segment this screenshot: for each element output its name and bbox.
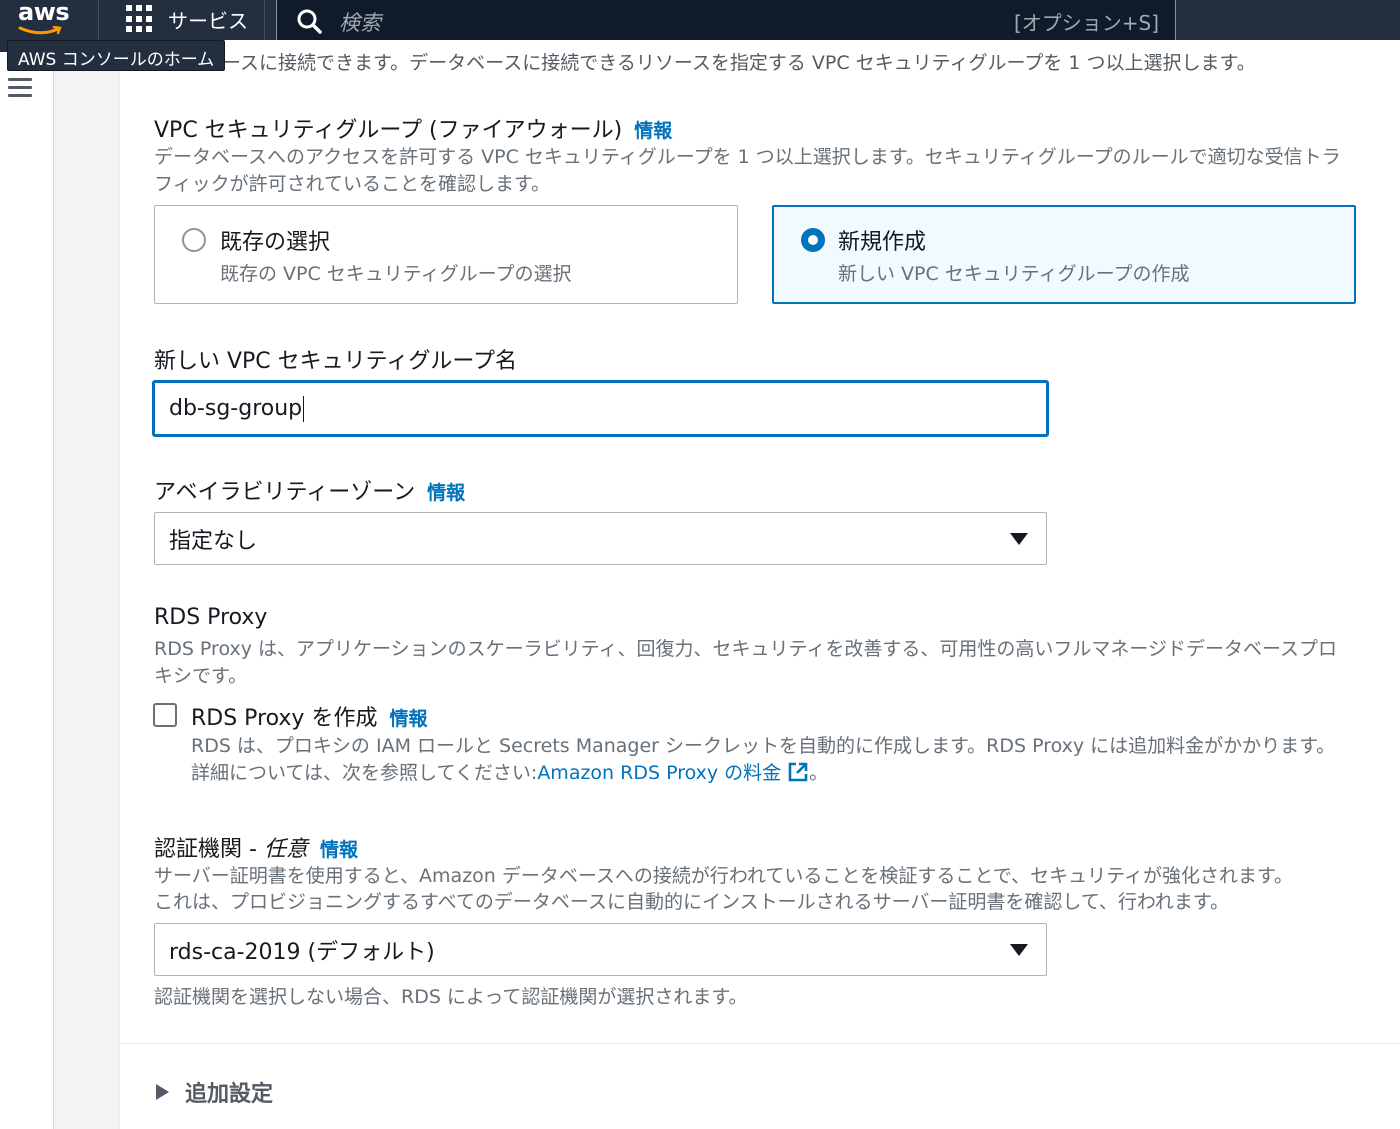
left-rail (0, 52, 54, 1129)
tile-create-new-subtitle: 新しい VPC セキュリティグループの作成 (838, 263, 1190, 285)
new-sg-name-input[interactable]: db-sg-group (153, 381, 1048, 436)
az-select[interactable]: 指定なし (154, 512, 1047, 565)
tile-existing-title: 既存の選択 (220, 230, 331, 255)
caret-right-icon (156, 1084, 169, 1100)
rds-proxy-heading: RDS Proxy (154, 605, 268, 630)
console-home-tooltip: AWS コンソールのホーム (7, 40, 226, 71)
search-icon (297, 9, 322, 34)
radio-existing[interactable] (182, 228, 206, 252)
ca-select[interactable]: rds-ca-2019 (デフォルト) (154, 923, 1047, 976)
vpc-sg-description: データベースへのアクセスを許可する VPC セキュリティグループを 1 つ以上選… (154, 146, 1341, 195)
create-rds-proxy-label[interactable]: RDS Proxy を作成 情報 (191, 700, 427, 732)
external-link-icon[interactable] (787, 761, 809, 783)
services-label: サービス (168, 8, 248, 33)
radio-tile-existing[interactable]: 既存の選択 既存の VPC セキュリティグループの選択 (154, 205, 738, 304)
tile-create-new-title: 新規作成 (838, 230, 927, 255)
nav-divider (264, 0, 265, 40)
rds-proxy-help-suffix: 。 (809, 762, 829, 784)
rds-proxy-help-prefix: 詳細については、次を参照してください: (191, 762, 538, 784)
create-rds-proxy-checkbox[interactable] (153, 703, 177, 727)
ca-description-line1: サーバー証明書を使用すると、Amazon データベースへの接続が行われていること… (154, 865, 1294, 887)
vpc-sg-label: VPC セキュリティグループ (ファイアウォール) 情報 (154, 112, 672, 144)
rds-proxy-description: RDS Proxy は、アプリケーションのスケーラビリティ、回復力、セキュリティ… (154, 638, 1338, 687)
additional-settings-label: 追加設定 (185, 1082, 274, 1107)
az-info-link[interactable]: 情報 (427, 482, 465, 504)
rds-proxy-help-line2: 詳細については、次を参照してください:Amazon RDS Proxy の料金 … (191, 760, 828, 787)
ca-label: 認証機関 - 任意 情報 (154, 831, 358, 863)
az-select-value: 指定なし (169, 528, 258, 554)
section-divider (120, 1043, 1400, 1044)
ca-label-text: 認証機関 - (154, 837, 264, 862)
new-sg-name-label: 新しい VPC セキュリティグループ名 (154, 349, 518, 374)
search-input[interactable]: 検索 [オプション+S] (276, 0, 1176, 42)
ca-select-value: rds-ca-2019 (デフォルト) (169, 939, 435, 965)
search-shortcut-hint: [オプション+S] (1013, 11, 1159, 35)
text-caret (303, 395, 305, 422)
tile-existing-subtitle: 既存の VPC セキュリティグループの選択 (220, 263, 572, 285)
radio-create-new[interactable] (801, 228, 825, 252)
rds-proxy-info-link[interactable]: 情報 (389, 708, 427, 730)
create-rds-proxy-label-text: RDS Proxy を作成 (191, 706, 378, 731)
rds-proxy-help-line1: RDS は、プロキシの IAM ロールと Secrets Manager シーク… (191, 735, 1336, 757)
services-menu-button[interactable]: サービス (126, 4, 248, 34)
aws-logo-text: aws (18, 0, 70, 26)
radio-tile-create-new[interactable]: 新規作成 新しい VPC セキュリティグループの作成 (772, 205, 1356, 304)
vpc-sg-info-link[interactable]: 情報 (634, 120, 672, 142)
ca-info-link[interactable]: 情報 (320, 839, 358, 861)
vpc-sg-label-text: VPC セキュリティグループ (ファイアウォール) (154, 118, 623, 143)
aws-smile-icon (18, 26, 62, 35)
new-sg-name-value: db-sg-group (169, 396, 303, 421)
hamburger-menu-icon[interactable] (8, 78, 32, 98)
ca-optional-text: 任意 (263, 837, 308, 862)
intro-text: ースに接続できます。データベースに接続できるリソースを指定する VPC セキュリ… (222, 52, 1256, 74)
search-placeholder: 検索 (339, 11, 381, 35)
rds-proxy-pricing-link[interactable]: Amazon RDS Proxy の料金 (537, 762, 781, 784)
az-label: アベイラビリティーゾーン 情報 (154, 474, 465, 506)
ca-hint: 認証機関を選択しない場合、RDS によって認証機関が選択されます。 (154, 986, 748, 1008)
grid-menu-icon (126, 5, 154, 33)
caret-down-icon (1010, 943, 1028, 956)
additional-settings-expander[interactable]: 追加設定 (156, 1076, 273, 1108)
ca-description-line2: これは、プロビジョニングするすべてのデータベースに自動的にインストールされるサー… (154, 891, 1230, 913)
nav-divider (98, 0, 99, 40)
az-label-text: アベイラビリティーゾーン (154, 480, 416, 505)
aws-logo[interactable]: aws (14, 0, 74, 40)
caret-down-icon (1010, 532, 1028, 545)
